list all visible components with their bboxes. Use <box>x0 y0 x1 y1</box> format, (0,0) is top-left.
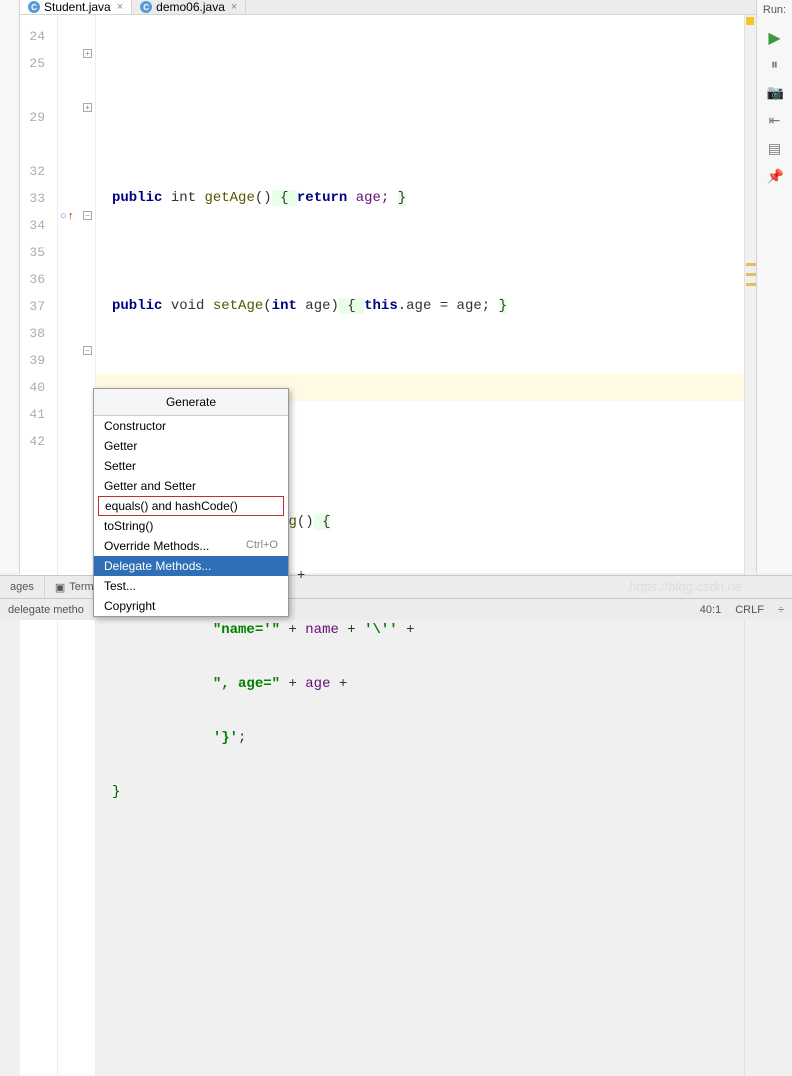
project-tool-strip[interactable] <box>0 0 20 573</box>
java-class-icon: C <box>140 1 152 13</box>
popup-item-override[interactable]: Override Methods...Ctrl+O <box>94 536 288 556</box>
generate-popup: Generate Constructor Getter Setter Gette… <box>93 388 289 617</box>
tab-student-java[interactable]: C Student.java × <box>20 0 132 14</box>
status-message: delegate metho <box>8 604 84 616</box>
pin-icon[interactable]: 📌 <box>767 168 783 184</box>
up-arrow-icon: ↑ <box>68 210 74 222</box>
override-gutter-icon[interactable]: ○ <box>60 210 67 222</box>
terminal-icon: ▣ <box>55 581 65 594</box>
fold-toggle[interactable]: − <box>83 211 92 220</box>
tab-label: demo06.java <box>156 0 225 14</box>
popup-item-setter[interactable]: Setter <box>94 456 288 476</box>
fold-toggle[interactable]: − <box>83 346 92 355</box>
close-icon[interactable]: × <box>117 1 123 13</box>
fold-toggle[interactable]: + <box>83 103 92 112</box>
line-number-gutter: 24 25 29 32 33 34 35 36 37 38 39 40 41 4… <box>20 15 58 1076</box>
gutter-annotation-col: ○ ↑ <box>58 15 80 1076</box>
vertical-scrollbar[interactable] <box>744 15 756 1076</box>
tab-label: Student.java <box>44 0 111 14</box>
popup-item-constructor[interactable]: Constructor <box>94 416 288 436</box>
popup-item-test[interactable]: Test... <box>94 576 288 596</box>
popup-item-equals-hashcode[interactable]: equals() and hashCode() <box>98 496 284 516</box>
fold-toggle[interactable]: + <box>83 49 92 58</box>
exit-icon[interactable]: ⇤ <box>767 112 783 128</box>
right-toolbar: Run: ▶ ⏸ 📷 ⇤ ▤ 📌 <box>756 0 792 573</box>
popup-item-tostring[interactable]: toString() <box>94 516 288 536</box>
run-icon[interactable]: ▶ <box>767 28 783 44</box>
popup-item-copyright[interactable]: Copyright <box>94 596 288 616</box>
popup-item-delegate[interactable]: Delegate Methods... <box>94 556 288 576</box>
popup-item-getter[interactable]: Getter <box>94 436 288 456</box>
camera-icon[interactable]: 📷 <box>767 84 783 100</box>
encoding-sep-icon[interactable]: ÷ <box>778 604 784 616</box>
editor-tabs: C Student.java × C demo06.java × <box>20 0 756 15</box>
popup-item-getter-setter[interactable]: Getter and Setter <box>94 476 288 496</box>
bottom-tab-ages[interactable]: ages <box>0 576 45 598</box>
run-label: Run: <box>763 4 786 16</box>
close-icon[interactable]: × <box>231 1 237 13</box>
pause-icon[interactable]: ⏸ <box>767 56 783 72</box>
layout-icon[interactable]: ▤ <box>767 140 783 156</box>
tab-demo06-java[interactable]: C demo06.java × <box>132 0 246 14</box>
java-class-icon: C <box>28 1 40 13</box>
popup-title: Generate <box>94 389 288 416</box>
